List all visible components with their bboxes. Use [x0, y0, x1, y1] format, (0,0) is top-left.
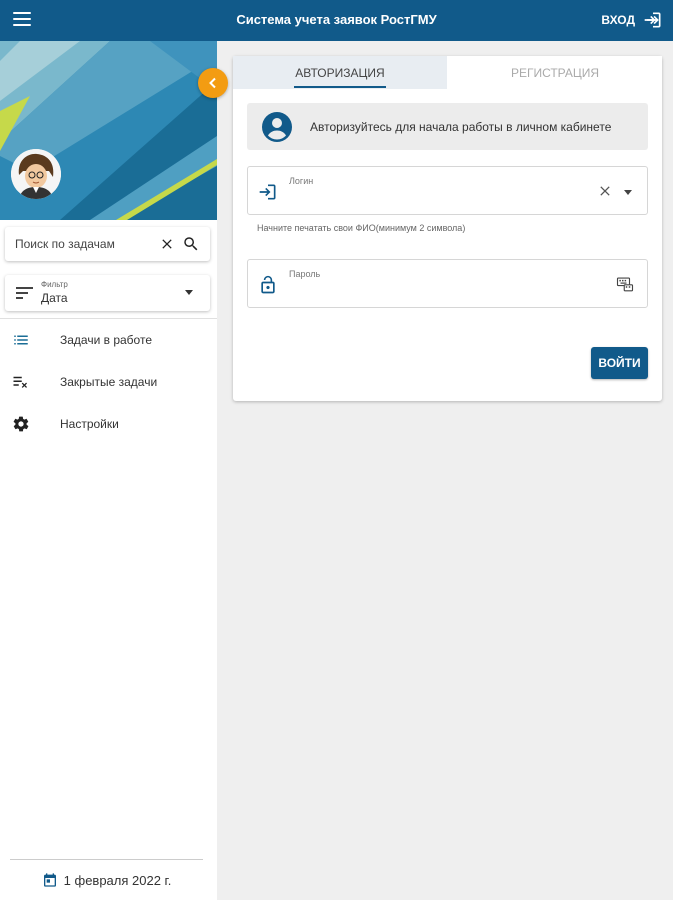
login-header-label: ВХОД [601, 13, 635, 27]
gear-icon [13, 416, 29, 432]
chevron-left-icon [209, 77, 216, 89]
sidebar-item-label: Задачи в работе [60, 333, 152, 347]
tab-authorization[interactable]: АВТОРИЗАЦИЯ [233, 56, 447, 89]
auth-tabs: АВТОРИЗАЦИЯ РЕГИСТРАЦИЯ [233, 56, 662, 89]
tab-authorization-label: АВТОРИЗАЦИЯ [295, 65, 385, 80]
sidebar-item-label: Закрытые задачи [60, 375, 158, 389]
tab-registration-label: РЕГИСТРАЦИЯ [510, 65, 600, 80]
sidebar-nav: Задачи в работе Закрытые задачи Настройк… [0, 318, 217, 445]
filter-select[interactable]: Фильтр Дата [5, 275, 210, 311]
password-input[interactable] [289, 282, 589, 302]
list-icon [14, 335, 28, 345]
chevron-down-icon[interactable] [624, 190, 632, 195]
sidebar-item-active-tasks[interactable]: Задачи в работе [0, 319, 217, 361]
auth-card: АВТОРИЗАЦИЯ РЕГИСТРАЦИЯ Авторизуйтесь дл… [233, 56, 662, 401]
collapse-sidebar-button[interactable] [198, 68, 228, 98]
keyboard-icon[interactable] [616, 275, 634, 293]
sidebar-item-closed-tasks[interactable]: Закрытые задачи [0, 361, 217, 403]
info-text: Авторизуйтесь для начала работы в личном… [310, 120, 612, 134]
avatar[interactable] [11, 149, 61, 199]
account-circle-icon [262, 112, 292, 142]
tab-registration[interactable]: РЕГИСТРАЦИЯ [448, 56, 662, 89]
top-app-bar: Система учета заявок РостГМУ ВХОД [0, 0, 673, 41]
password-field-label: Пароль [289, 269, 321, 279]
lock-icon [261, 275, 275, 294]
submit-login-button[interactable]: ВОЙТИ [591, 347, 648, 379]
active-tab-indicator [294, 86, 386, 88]
login-header-button[interactable]: ВХОД [601, 10, 663, 30]
sort-icon [16, 287, 33, 299]
login-field-label: Логин [289, 176, 314, 186]
sidebar-item-settings[interactable]: Настройки [0, 403, 217, 445]
app-title: Система учета заявок РостГМУ [236, 12, 437, 27]
sidebar-item-label: Настройки [60, 417, 119, 431]
search-input[interactable] [15, 227, 155, 261]
close-icon[interactable] [159, 236, 175, 252]
login-enter-icon [644, 12, 661, 28]
login-input[interactable] [289, 189, 589, 209]
search-box [5, 227, 210, 261]
password-field: Пароль [247, 259, 648, 308]
close-icon[interactable] [597, 183, 613, 199]
sidebar: Фильтр Дата Задачи в работе Закрытые за [0, 41, 217, 900]
info-banner: Авторизуйтесь для начала работы в личном… [247, 103, 648, 150]
chevron-down-icon [185, 290, 193, 295]
search-icon[interactable] [182, 235, 200, 253]
current-date: 1 февраля 2022 г. [10, 859, 203, 900]
current-date-text: 1 февраля 2022 г. [63, 872, 172, 888]
filter-value: Дата [41, 291, 68, 305]
clear-list-icon [13, 376, 27, 388]
calendar-icon [43, 873, 56, 887]
filter-label: Фильтр [41, 280, 68, 289]
login-hint: Начните печатать свои ФИО(минимум 2 симв… [257, 223, 466, 233]
login-field: Логин [247, 166, 648, 215]
login-enter-icon [259, 184, 276, 200]
